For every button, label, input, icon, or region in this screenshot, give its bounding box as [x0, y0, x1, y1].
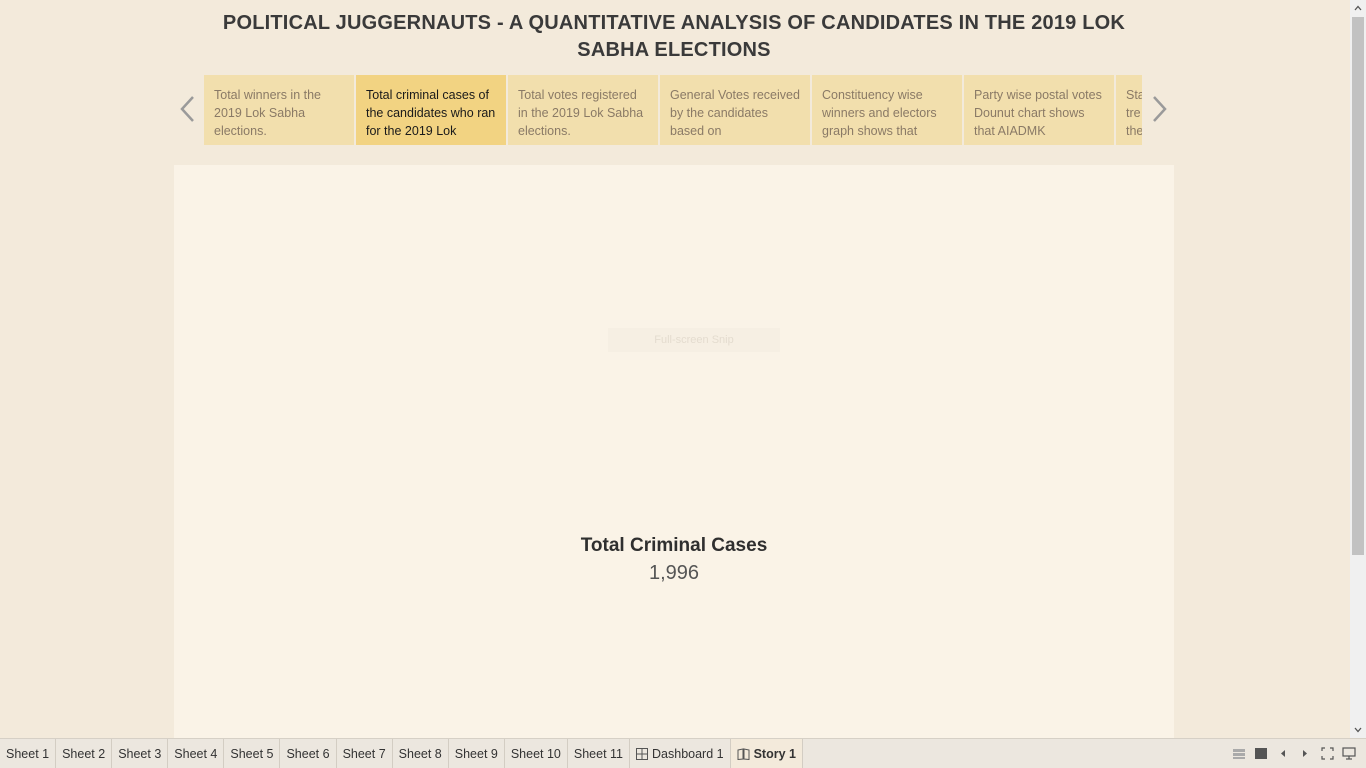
story-point-caption: Total winners in the 2019 Lok Sabha elec…: [214, 88, 322, 138]
fullscreen-button[interactable]: [1316, 743, 1338, 765]
previous-sheet-button[interactable]: [1272, 743, 1294, 765]
next-sheet-button[interactable]: [1294, 743, 1316, 765]
kpi-title: Total Criminal Cases: [580, 535, 768, 556]
tab-sheet-2[interactable]: Sheet 2: [56, 739, 113, 768]
tab-label: Sheet 1: [6, 746, 50, 761]
story-point-1[interactable]: Total winners in the 2019 Lok Sabha elec…: [204, 75, 354, 145]
tab-label: Sheet 7: [342, 746, 386, 761]
tab-label: Sheet 9: [454, 746, 498, 761]
story-point-caption: Total votes registered in the 2019 Lok S…: [518, 88, 644, 138]
tab-sheet-11[interactable]: Sheet 11: [568, 739, 631, 768]
arrow-up-icon: [1354, 5, 1362, 11]
tab-sheet-1[interactable]: Sheet 1: [0, 739, 57, 768]
tab-label: Sheet 10: [510, 746, 561, 761]
show-sheet-sorter-button[interactable]: [1228, 743, 1250, 765]
story-title: POLITICAL JUGGERNAUTS - A QUANTITATIVE A…: [222, 12, 1126, 61]
previous-story-point-button[interactable]: [174, 90, 200, 128]
show-sheet-sorter-icon: [1233, 748, 1245, 759]
story-point-caption: Party wise postal votes Dounut chart sho…: [974, 88, 1102, 138]
chevron-left-icon: [180, 96, 194, 122]
story-point-caption: Sta tre the: [1126, 88, 1142, 138]
story-content-panel: Full-screen Snip Total Criminal Cases 1,…: [174, 165, 1174, 738]
tab-label: Story 1: [753, 746, 796, 761]
story-point-2[interactable]: Total criminal cases of the candidates w…: [356, 75, 506, 145]
tab-sheet-8[interactable]: Sheet 8: [393, 739, 449, 768]
tab-sheet-9[interactable]: Sheet 9: [449, 739, 505, 768]
tab-label: Sheet 4: [174, 746, 218, 761]
tab-dashboard-1[interactable]: Dashboard 1: [630, 739, 731, 768]
story-point-caption: Constituency wise winners and electors g…: [822, 88, 937, 138]
snip-overlay-label: Full-screen Snip: [608, 328, 780, 352]
story-point-caption: General Votes received by the candidates…: [670, 88, 800, 138]
story-point-5[interactable]: Constituency wise winners and electors g…: [812, 75, 962, 145]
show-filmstrip-button[interactable]: [1250, 743, 1272, 765]
previous-sheet-icon: [1281, 750, 1285, 757]
story-point-6[interactable]: Party wise postal votes Dounut chart sho…: [964, 75, 1114, 145]
sheet-tabs: Sheet 1 Sheet 2 Sheet 3 Sheet 4 Sheet 5 …: [0, 739, 803, 768]
chevron-right-icon: [1153, 96, 1167, 122]
tab-label: Sheet 11: [573, 746, 624, 761]
arrow-down-icon: [1354, 727, 1362, 733]
presentation-mode-button[interactable]: [1338, 743, 1360, 765]
sheet-tab-bar: Sheet 1 Sheet 2 Sheet 3 Sheet 4 Sheet 5 …: [0, 738, 1366, 768]
show-filmstrip-icon: [1255, 748, 1267, 759]
tab-label: Sheet 2: [62, 746, 106, 761]
scroll-up-button[interactable]: [1350, 0, 1366, 16]
presentation-mode-icon: [1342, 747, 1356, 760]
scrollbar-thumb[interactable]: [1352, 17, 1364, 555]
tab-sheet-10[interactable]: Sheet 10: [505, 739, 568, 768]
tab-sheet-7[interactable]: Sheet 7: [337, 739, 393, 768]
kpi-value: 1,996: [648, 562, 700, 584]
story-point-4[interactable]: General Votes received by the candidates…: [660, 75, 810, 145]
scroll-down-button[interactable]: [1350, 722, 1366, 738]
tab-story-1[interactable]: Story 1: [730, 739, 803, 768]
tab-label: Sheet 8: [398, 746, 442, 761]
tab-sheet-4[interactable]: Sheet 4: [168, 739, 225, 768]
tab-label: Sheet 3: [118, 746, 162, 761]
story-point-7[interactable]: Sta tre the: [1116, 75, 1142, 145]
next-sheet-icon: [1303, 750, 1307, 757]
fullscreen-icon: [1320, 747, 1334, 760]
dashboard-icon: [636, 747, 649, 760]
tab-label: Dashboard 1: [652, 746, 724, 761]
story-point-3[interactable]: Total votes registered in the 2019 Lok S…: [508, 75, 658, 145]
tab-sheet-5[interactable]: Sheet 5: [224, 739, 281, 768]
tab-label: Sheet 6: [286, 746, 330, 761]
next-story-point-button[interactable]: [1147, 90, 1173, 128]
tab-sheet-3[interactable]: Sheet 3: [112, 739, 169, 768]
story-icon: [737, 747, 750, 760]
tableau-app: POLITICAL JUGGERNAUTS - A QUANTITATIVE A…: [0, 0, 1366, 768]
tab-bar-tools: [1228, 739, 1360, 768]
vertical-scrollbar[interactable]: [1350, 0, 1366, 738]
tab-label: Sheet 5: [230, 746, 274, 761]
tab-sheet-6[interactable]: Sheet 6: [280, 739, 337, 768]
story-navigator: Total winners in the 2019 Lok Sabha elec…: [204, 75, 1142, 145]
story-point-caption: Total criminal cases of the candidates w…: [366, 88, 496, 138]
story-area: POLITICAL JUGGERNAUTS - A QUANTITATIVE A…: [0, 0, 1350, 738]
